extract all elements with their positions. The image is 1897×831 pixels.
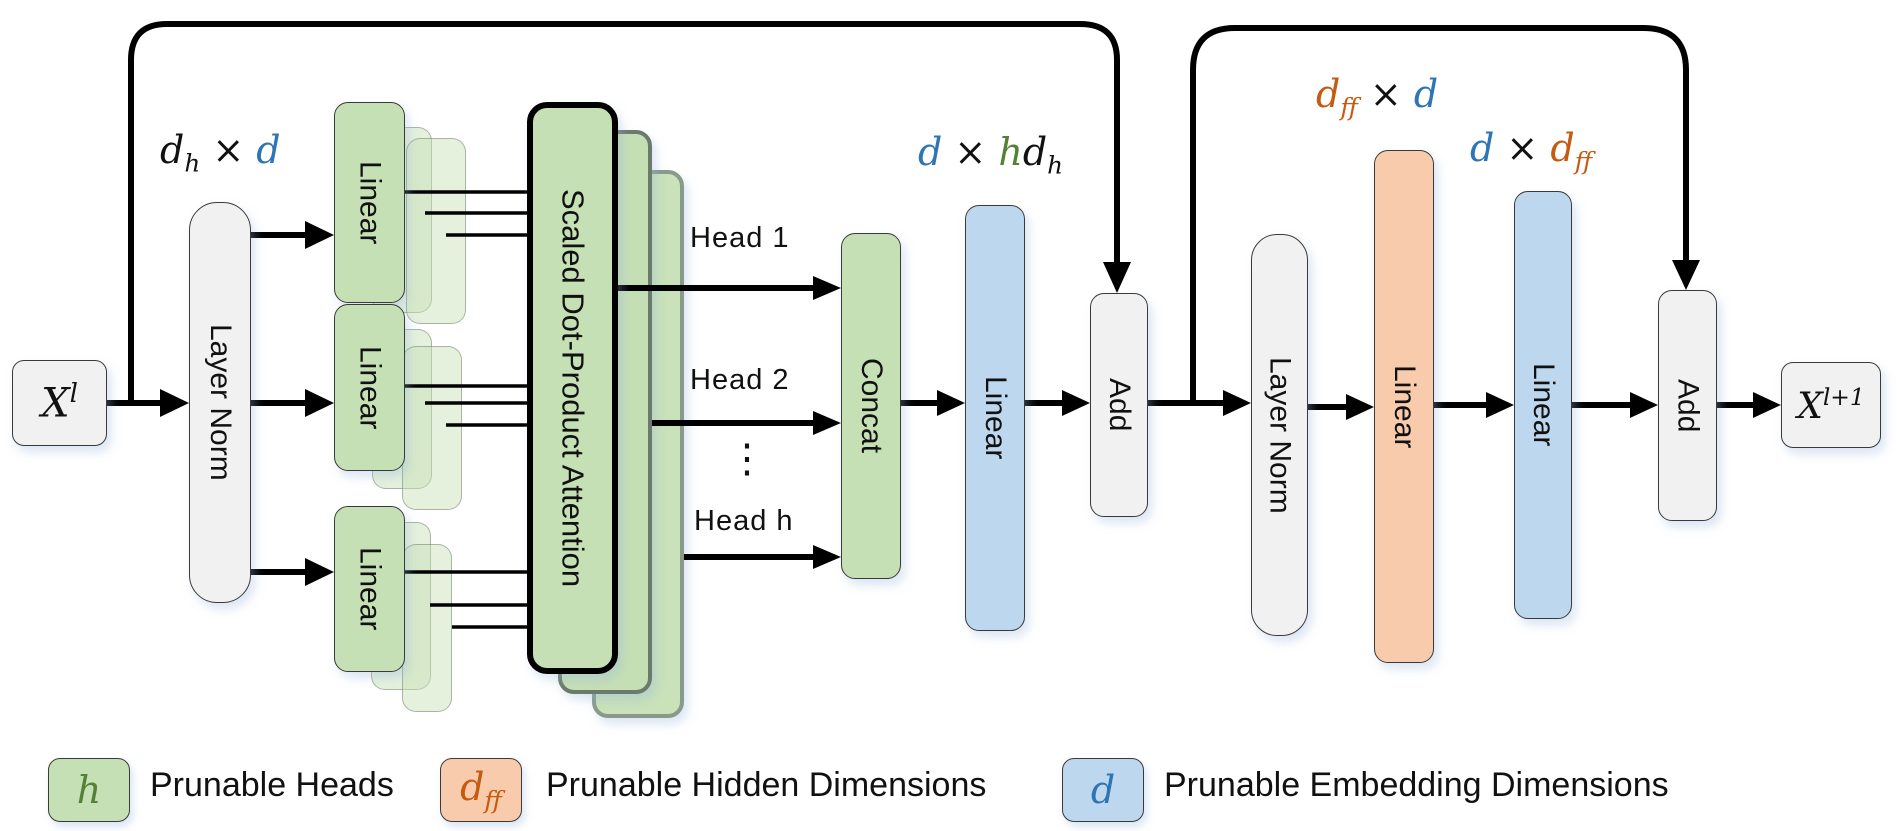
add-2-label: Add <box>1671 378 1705 433</box>
add-1-label: Add <box>1103 378 1136 432</box>
legend-label-heads: Prunable Heads <box>150 766 394 804</box>
add-2: Add <box>1658 290 1717 521</box>
input-node: Xl <box>12 360 107 446</box>
arrowhead <box>1672 260 1700 290</box>
dim-label-ffn-linear-1: dff × d <box>1316 72 1439 122</box>
dim-label-ffn-linear-2: d × dff <box>1470 126 1593 176</box>
head-2-label: Head 2 <box>690 364 790 396</box>
legend-label-embedding: Prunable Embedding Dimensions <box>1164 766 1669 804</box>
arrowhead <box>1753 392 1781 418</box>
attention-label: Scaled Dot-Product Attention <box>555 188 591 588</box>
arrowhead <box>813 545 841 569</box>
head-1-label: Head 1 <box>690 222 790 254</box>
arrowhead <box>1223 390 1251 416</box>
arrowhead <box>305 389 334 417</box>
arrowhead <box>305 221 334 249</box>
layer-norm-2: Layer Norm <box>1251 234 1308 636</box>
arrowhead <box>160 389 189 417</box>
arrowhead <box>1486 392 1514 418</box>
dim-label-qkv: dh × d <box>160 128 281 178</box>
linear-v-label: Linear <box>353 547 387 631</box>
linear-k: Linear <box>334 304 405 471</box>
linear-q: Linear <box>334 102 405 303</box>
arrowhead <box>1062 390 1090 416</box>
linear-out-projection: Linear <box>965 205 1025 631</box>
layer-norm-1-label: Layer Norm <box>204 324 237 481</box>
ffn-linear-1: Linear <box>1374 150 1434 663</box>
layer-norm-1: Layer Norm <box>189 202 251 603</box>
layer-norm-2-label: Layer Norm <box>1263 356 1297 514</box>
connector-lines <box>107 21 1781 629</box>
arrowhead <box>1103 262 1131 293</box>
head-h-label: Head h <box>694 505 794 537</box>
linear-out-projection-label: Linear <box>979 376 1012 460</box>
arrowhead <box>1630 392 1658 418</box>
output-label: Xl+1 <box>1797 383 1865 427</box>
linear-q-label: Linear <box>353 160 387 245</box>
linear-k-label: Linear <box>353 345 387 430</box>
linear-v: Linear <box>334 506 405 672</box>
ffn-linear-2: Linear <box>1514 191 1572 619</box>
add-1: Add <box>1090 293 1148 517</box>
ffn-linear-2-label: Linear <box>1527 363 1560 447</box>
arrowhead <box>813 411 841 435</box>
arrowhead <box>305 558 334 586</box>
scaled-dot-product-attention: Scaled Dot-Product Attention <box>527 102 618 674</box>
input-label: Xl <box>41 379 78 427</box>
arrowhead <box>1346 394 1374 420</box>
legend-swatch-hidden: dff <box>440 758 522 822</box>
arrowhead <box>813 276 841 300</box>
dim-label-out-projection: d × hdh <box>918 130 1064 180</box>
legend-swatch-embedding: d <box>1062 758 1144 822</box>
heads-ellipsis: ⋮ <box>727 437 768 481</box>
legend-label-hidden: Prunable Hidden Dimensions <box>546 766 987 804</box>
arrowhead <box>937 390 965 416</box>
concat-label: Concat <box>855 358 888 454</box>
output-node: Xl+1 <box>1781 362 1881 448</box>
ffn-linear-1-label: Linear <box>1388 364 1421 449</box>
concat: Concat <box>841 233 901 579</box>
legend-swatch-heads: h <box>48 758 130 822</box>
